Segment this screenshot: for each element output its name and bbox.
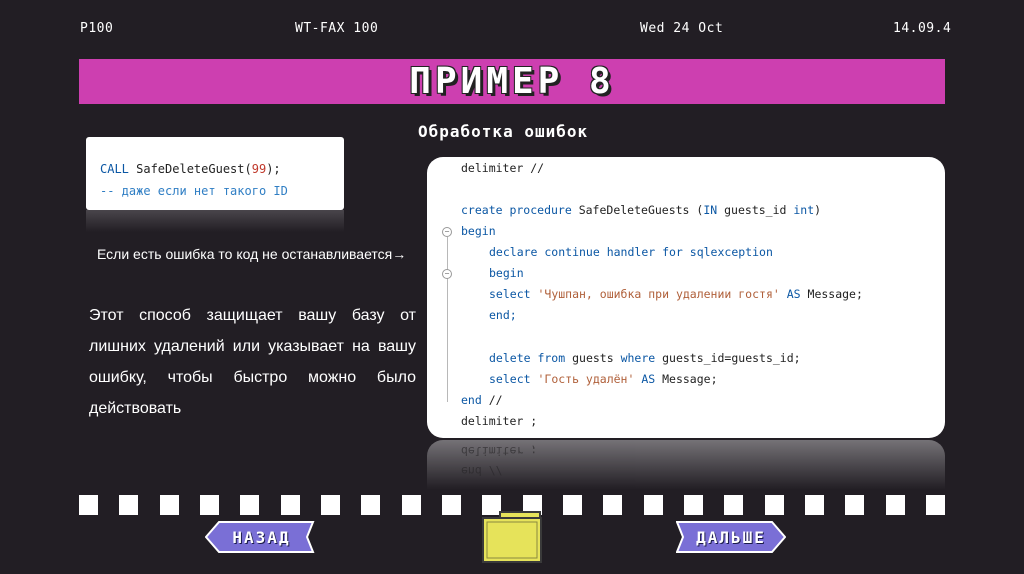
call-keyword: CALL	[100, 162, 129, 176]
film-strip-square	[281, 495, 300, 515]
back-button[interactable]: НАЗАД	[205, 521, 318, 553]
film-strip-square	[119, 495, 138, 515]
film-strip-square	[361, 495, 380, 515]
call-function: SafeDeleteGuest(	[128, 162, 252, 176]
fold-marker-icon[interactable]: −	[442, 227, 452, 237]
code-line: delimiter ;	[461, 414, 538, 428]
film-strip-square	[79, 495, 98, 515]
code-line: delete from guests where guests_id=guest…	[489, 351, 801, 365]
header-date: Wed 24 Oct	[640, 21, 724, 36]
header-left: P100	[80, 21, 114, 36]
film-strip-square	[200, 495, 219, 515]
film-strip-square	[644, 495, 663, 515]
film-strip-square	[724, 495, 743, 515]
film-strip-square	[402, 495, 421, 515]
fold-marker-icon[interactable]: −	[442, 269, 452, 279]
code-line: create procedure SafeDeleteGuests (IN gu…	[461, 203, 822, 217]
call-end: );	[266, 162, 281, 176]
call-comment: -- даже если нет такого ID	[100, 184, 288, 198]
film-strip-square	[240, 495, 259, 515]
page-title: ПРИМЕР 8	[409, 61, 615, 102]
procedure-code-card: − − delimiter // create procedure SafeDe…	[427, 157, 945, 438]
header-right: 14.09.4	[893, 21, 952, 36]
code-line: declare continue handler for sqlexceptio…	[489, 245, 773, 259]
film-strip-square	[160, 495, 179, 515]
section-subtitle: Обработка ошибок	[418, 122, 589, 141]
note-text: Если есть ошибка то код не останавливает…	[97, 246, 407, 262]
call-line: CALL SafeDeleteGuest(99);	[100, 158, 344, 180]
code-line: end //	[461, 393, 503, 407]
film-strip-square	[926, 495, 945, 515]
next-button-label: ДАЛЬШЕ	[696, 527, 766, 547]
code-line: select 'Чушпан, ошибка при удалении гост…	[489, 287, 863, 301]
reflection-line: end //	[461, 464, 503, 478]
fold-guide-inner	[447, 279, 448, 319]
film-strip-square	[442, 495, 461, 515]
fold-guide-outer	[447, 237, 448, 402]
call-argument: 99	[251, 162, 267, 176]
next-button[interactable]: ДАЛЬШЕ	[676, 521, 786, 553]
film-strip-square	[805, 495, 824, 515]
film-strip-square	[765, 495, 784, 515]
film-strip-square	[886, 495, 905, 515]
reflection-line: delimiter ;	[461, 444, 538, 458]
code-line: delimiter //	[461, 161, 545, 175]
back-button-label: НАЗАД	[232, 527, 291, 547]
film-strip-square	[845, 495, 864, 515]
code-line: begin	[461, 224, 496, 238]
code-line: begin	[489, 266, 524, 280]
title-banner: ПРИМЕР 8	[79, 59, 945, 104]
film-strip-square	[684, 495, 703, 515]
code-line: end;	[489, 308, 517, 322]
folder-icon[interactable]	[482, 511, 542, 563]
header-center: WT-FAX 100	[295, 21, 379, 36]
call-card-reflection	[86, 210, 344, 232]
film-strip-square	[603, 495, 622, 515]
film-strip-square	[563, 495, 582, 515]
code-line: select 'Гость удалён' AS Message;	[489, 372, 718, 386]
film-strip-square	[321, 495, 340, 515]
call-code-card: CALL SafeDeleteGuest(99); -- даже если н…	[86, 137, 344, 210]
code-card-reflection: delimiter ; end //	[427, 440, 945, 502]
description-paragraph: Этот способ защищает вашу базу от лишних…	[89, 307, 416, 417]
